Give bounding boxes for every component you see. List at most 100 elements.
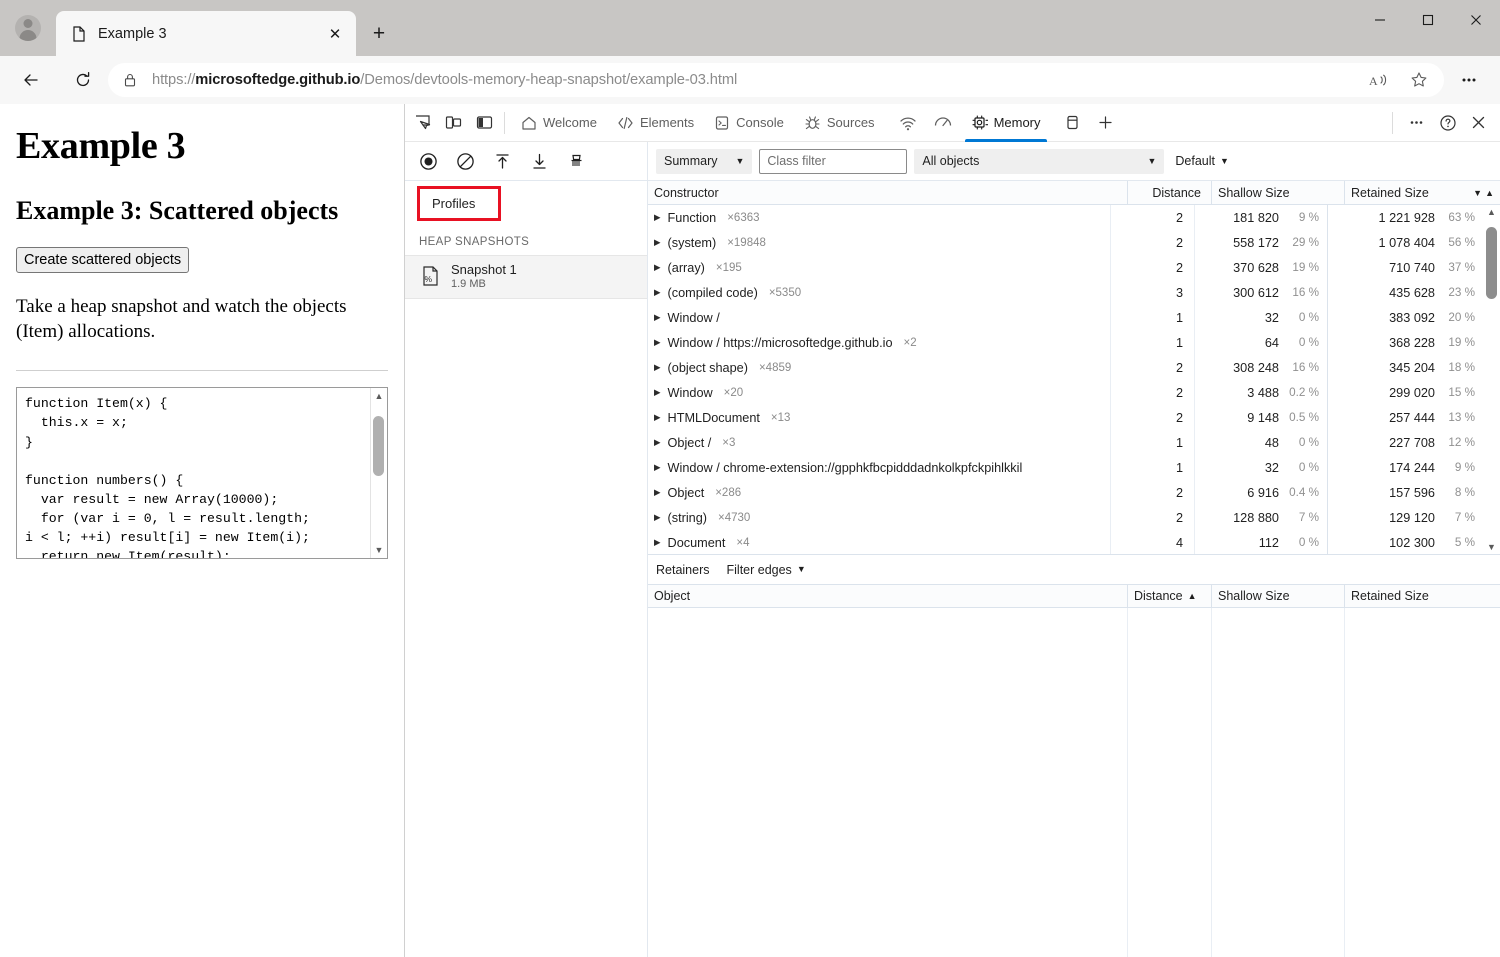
- reload-icon[interactable]: [66, 63, 100, 97]
- cell-constructor[interactable]: ▶Object×286: [648, 480, 1111, 505]
- table-row[interactable]: ▶Function×63632181 8209 %1 221 92863 %: [648, 205, 1483, 230]
- cell-constructor[interactable]: ▶(array)×195: [648, 255, 1111, 280]
- expand-triangle-icon[interactable]: ▶: [654, 462, 661, 473]
- scroll-up-icon[interactable]: ▲: [1487, 207, 1496, 217]
- profile-button[interactable]: [0, 0, 56, 56]
- favorite-star-icon[interactable]: [1402, 63, 1436, 97]
- tab-memory[interactable]: Memory: [961, 104, 1051, 142]
- cell-constructor[interactable]: ▶(system)×19848: [648, 230, 1111, 255]
- table-row[interactable]: ▶Object×28626 9160.4 %157 5968 %: [648, 480, 1483, 505]
- clean-icon[interactable]: [565, 150, 587, 172]
- expand-triangle-icon[interactable]: ▶: [654, 212, 661, 223]
- minimize-icon[interactable]: [1356, 0, 1404, 40]
- table-row[interactable]: ▶Object /×31480 %227 70812 %: [648, 430, 1483, 455]
- sort-asc-icon[interactable]: ▲: [1485, 188, 1494, 198]
- retainers-column-retained-size[interactable]: Retained Size: [1345, 585, 1500, 607]
- new-tab-button[interactable]: +: [362, 17, 396, 51]
- cell-constructor[interactable]: ▶HTMLDocument×13: [648, 405, 1111, 430]
- expand-triangle-icon[interactable]: ▶: [654, 287, 661, 298]
- table-row[interactable]: ▶Document×441120 %102 3005 %: [648, 530, 1483, 554]
- code-scroll-thumb[interactable]: [373, 416, 384, 476]
- table-row[interactable]: ▶Window / https://microsoftedge.github.i…: [648, 330, 1483, 355]
- cell-constructor[interactable]: ▶Object /×3: [648, 430, 1111, 455]
- cell-constructor[interactable]: ▶(string)×4730: [648, 505, 1111, 530]
- retainers-column-shallow-size[interactable]: Shallow Size: [1212, 585, 1345, 607]
- objects-filter-select[interactable]: All objects ▼: [914, 149, 1164, 174]
- table-row[interactable]: ▶(system)×198482558 17229 %1 078 40456 %: [648, 230, 1483, 255]
- cell-constructor[interactable]: ▶Window / chrome-extension://gpphkfbcpid…: [648, 455, 1111, 480]
- table-row[interactable]: ▶Window / chrome-extension://gpphkfbcpid…: [648, 455, 1483, 480]
- column-header-retained-size[interactable]: Retained Size ▼ ▲: [1345, 181, 1500, 204]
- table-row[interactable]: ▶Window×2023 4880.2 %299 02015 %: [648, 380, 1483, 405]
- load-profile-icon[interactable]: [528, 150, 550, 172]
- tab-console[interactable]: Console: [704, 104, 794, 142]
- table-row[interactable]: ▶Window /1320 %383 09220 %: [648, 305, 1483, 330]
- expand-triangle-icon[interactable]: ▶: [654, 262, 661, 273]
- sort-desc-icon[interactable]: ▼: [1473, 188, 1482, 198]
- scroll-down-icon[interactable]: ▼: [375, 545, 384, 555]
- browser-tab[interactable]: Example 3 ✕: [56, 11, 356, 56]
- cell-constructor[interactable]: ▶Window×20: [648, 380, 1111, 405]
- default-filter-select[interactable]: Default ▼: [1171, 154, 1233, 168]
- table-row[interactable]: ▶(object shape)×48592308 24816 %345 2041…: [648, 355, 1483, 380]
- tab-elements[interactable]: Elements: [607, 104, 704, 142]
- scroll-down-icon[interactable]: ▼: [1487, 542, 1496, 552]
- help-icon[interactable]: [1434, 109, 1461, 136]
- network-icon[interactable]: [895, 109, 922, 136]
- snapshot-list-item[interactable]: % Snapshot 1 1.9 MB: [405, 256, 647, 299]
- tab-sources[interactable]: Sources: [794, 104, 885, 142]
- column-header-shallow-size[interactable]: Shallow Size: [1212, 181, 1345, 204]
- filter-edges-select[interactable]: Filter edges ▼: [723, 563, 810, 577]
- performance-icon[interactable]: [930, 109, 957, 136]
- collect-garbage-icon[interactable]: [491, 150, 513, 172]
- dock-side-icon[interactable]: [471, 109, 498, 136]
- cell-constructor[interactable]: ▶Window /: [648, 305, 1111, 330]
- table-scrollbar[interactable]: ▲ ▼: [1483, 205, 1500, 554]
- inspect-element-icon[interactable]: [409, 109, 436, 136]
- cell-constructor[interactable]: ▶Window / https://microsoftedge.github.i…: [648, 330, 1111, 355]
- tab-welcome[interactable]: Welcome: [511, 104, 607, 142]
- maximize-icon[interactable]: [1404, 0, 1452, 40]
- class-filter-input[interactable]: Class filter: [759, 149, 907, 174]
- cell-constructor[interactable]: ▶Document×4: [648, 530, 1111, 554]
- expand-triangle-icon[interactable]: ▶: [654, 437, 661, 448]
- expand-triangle-icon[interactable]: ▶: [654, 512, 661, 523]
- expand-triangle-icon[interactable]: ▶: [654, 312, 661, 323]
- more-options-icon[interactable]: [1403, 109, 1430, 136]
- more-tabs-plus-icon[interactable]: [1092, 109, 1119, 136]
- table-row[interactable]: ▶(array)×1952370 62819 %710 74037 %: [648, 255, 1483, 280]
- application-icon[interactable]: [1059, 109, 1086, 136]
- table-row[interactable]: ▶(compiled code)×53503300 61216 %435 628…: [648, 280, 1483, 305]
- back-icon[interactable]: [14, 63, 48, 97]
- browser-settings-more-icon[interactable]: [1452, 63, 1486, 97]
- clear-icon[interactable]: [454, 150, 476, 172]
- column-header-distance[interactable]: Distance: [1128, 181, 1212, 204]
- column-header-constructor[interactable]: Constructor: [648, 181, 1128, 204]
- scroll-thumb[interactable]: [1486, 227, 1497, 299]
- table-row[interactable]: ▶HTMLDocument×1329 1480.5 %257 44413 %: [648, 405, 1483, 430]
- table-row[interactable]: ▶(string)×47302128 8807 %129 1207 %: [648, 505, 1483, 530]
- expand-triangle-icon[interactable]: ▶: [654, 387, 661, 398]
- code-sample-box[interactable]: function Item(x) { this.x = x; } functio…: [16, 387, 388, 559]
- expand-triangle-icon[interactable]: ▶: [654, 487, 661, 498]
- read-aloud-icon[interactable]: A: [1362, 63, 1396, 97]
- profiles-header[interactable]: Profiles: [417, 186, 501, 221]
- address-bar[interactable]: https://microsoftedge.github.io/Demos/de…: [108, 63, 1444, 97]
- expand-triangle-icon[interactable]: ▶: [654, 412, 661, 423]
- device-emulation-icon[interactable]: [440, 109, 467, 136]
- close-window-icon[interactable]: [1452, 0, 1500, 40]
- cell-constructor[interactable]: ▶(compiled code)×5350: [648, 280, 1111, 305]
- expand-triangle-icon[interactable]: ▶: [654, 362, 661, 373]
- close-devtools-icon[interactable]: [1465, 109, 1492, 136]
- expand-triangle-icon[interactable]: ▶: [654, 537, 661, 548]
- retainers-column-object[interactable]: Object: [648, 585, 1128, 607]
- expand-triangle-icon[interactable]: ▶: [654, 237, 661, 248]
- close-tab-icon[interactable]: ✕: [322, 21, 348, 47]
- scroll-up-icon[interactable]: ▲: [375, 391, 384, 401]
- record-icon[interactable]: [417, 150, 439, 172]
- cell-constructor[interactable]: ▶(object shape)×4859: [648, 355, 1111, 380]
- cell-constructor[interactable]: ▶Function×6363: [648, 205, 1111, 230]
- view-mode-select[interactable]: Summary ▼: [656, 149, 752, 174]
- create-scattered-objects-button[interactable]: Create scattered objects: [16, 247, 189, 273]
- expand-triangle-icon[interactable]: ▶: [654, 337, 661, 348]
